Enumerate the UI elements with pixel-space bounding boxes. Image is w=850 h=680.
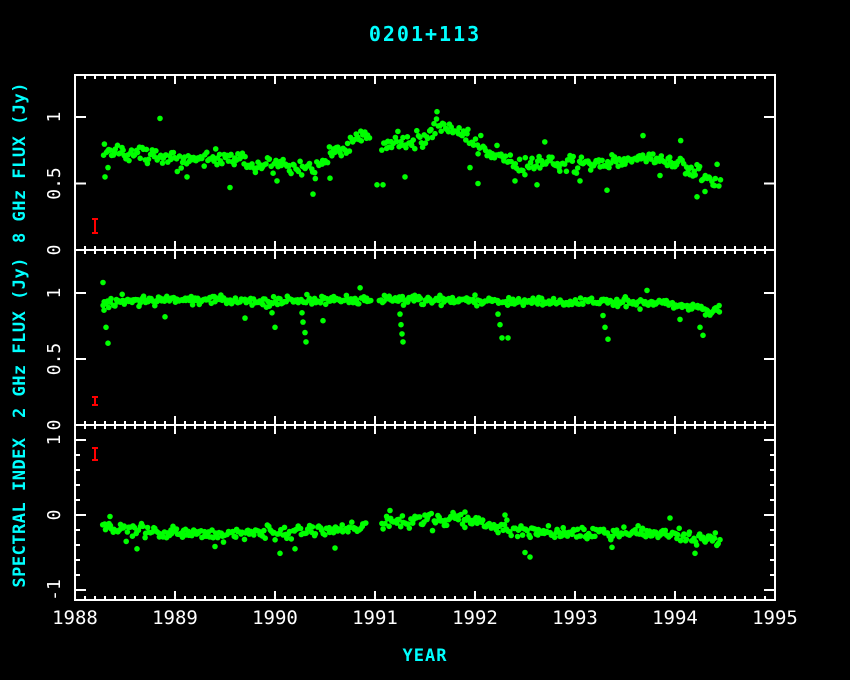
x-tick-label: 1993 [552,607,598,629]
data-points [100,280,722,346]
8ghz-flux-panel: 0 0.5 1 8 GHz FLUX (Jy) [10,75,775,255]
x-tick-label: 1989 [152,607,198,629]
y-tick-label: 0 [44,420,65,431]
plot-area: 0201+113 0 0.5 1 8 GHz FLUX (Jy) 0 0.5 1 2 GHz … [0,0,850,680]
error-bar [92,397,98,405]
x-tick-label: 1991 [352,607,398,629]
y-tick-label: 0.5 [44,167,65,200]
x-tick-labels: 1988 1989 1990 1991 1992 1993 1994 1995 [52,607,798,629]
axis-ticks [75,250,775,425]
x-tick-label: 1990 [252,607,298,629]
light-curve-chart: 0 0.5 1 8 GHz FLUX (Jy) 0 0.5 1 2 GHz FLUX (Jy)… [0,0,850,680]
y-axis-title: 2 GHz FLUX (Jy) [10,257,30,418]
y-tick-label: 1 [44,435,65,446]
chart-title: 0201+113 [0,22,850,46]
panel-frame [75,250,775,425]
spectral-index-panel: -1 0 1 SPECTRAL INDEX [10,425,775,601]
data-points [101,109,724,200]
y-tick-label: 1 [44,112,65,123]
x-tick-label: 1994 [652,607,698,629]
2ghz-flux-panel: 0 0.5 1 2 GHz FLUX (Jy) [10,250,775,430]
x-tick-label: 1992 [452,607,498,629]
y-axis-title: 8 GHz FLUX (Jy) [10,82,30,243]
y-tick-label: 0 [44,510,65,521]
y-tick-label: -1 [44,579,65,601]
error-bar [92,448,98,460]
x-tick-label: 1988 [52,607,98,629]
x-tick-label: 1995 [752,607,798,629]
y-axis-title: SPECTRAL INDEX [10,437,30,588]
y-tick-label: 0.5 [44,343,65,376]
y-tick-label: 0 [44,245,65,256]
y-tick-label: 1 [44,288,65,299]
x-axis-label: YEAR [0,646,850,666]
error-bar [92,219,98,233]
data-points [100,508,723,560]
